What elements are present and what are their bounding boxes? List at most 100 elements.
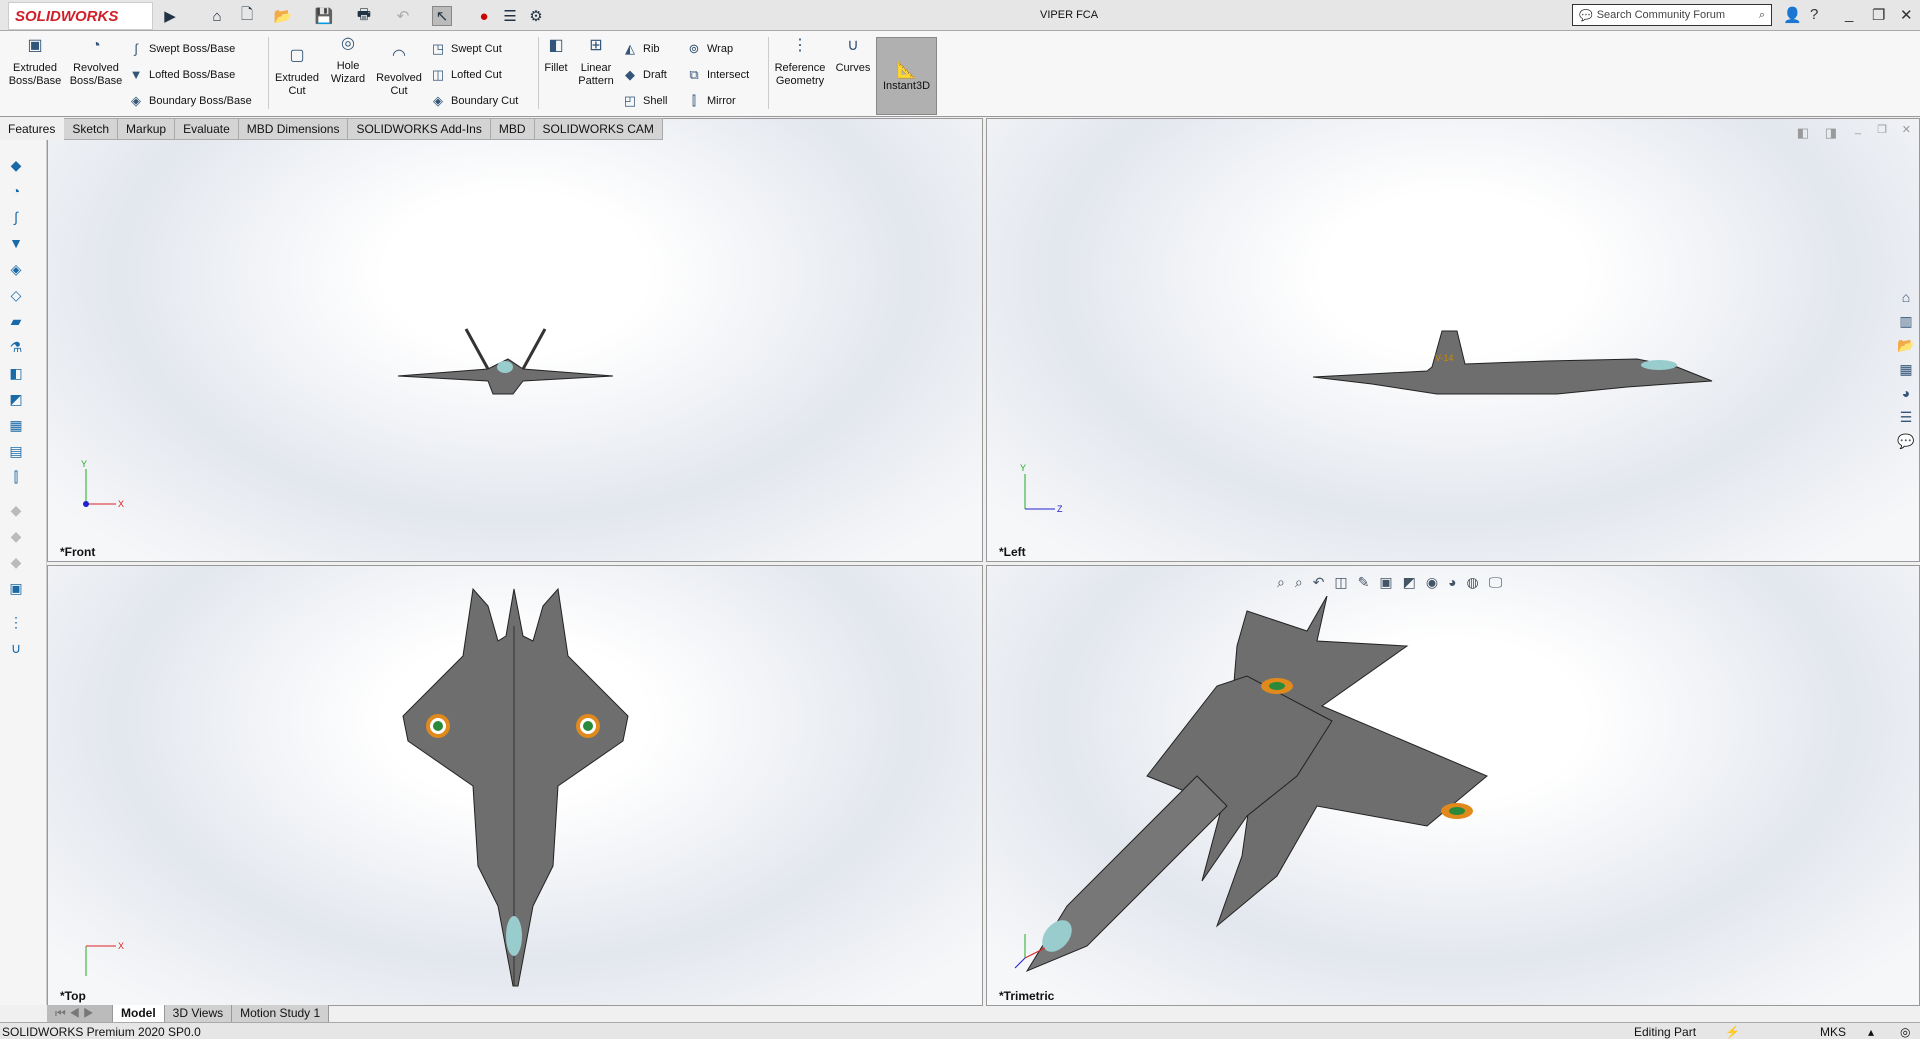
label: Rib [643, 43, 660, 55]
boundary-cut-button[interactable]: ◈ Boundary Cut [430, 93, 518, 109]
viewport-trimetric[interactable]: ⌕ ⌕ ↶ ◫ ✎ ▣ ◩ ◉ ◕ ◍ 🖵 *Trimetric [986, 565, 1920, 1006]
tab-evaluate[interactable]: Evaluate [175, 118, 239, 140]
options-gear-icon[interactable]: ⚙ [526, 6, 546, 26]
user-icon[interactable]: 👤 [1783, 6, 1802, 24]
swept-boss-button[interactable]: ∫ Swept Boss/Base [128, 41, 235, 57]
mirror-button[interactable]: ⫿ Mirror [686, 93, 736, 109]
loft-icon[interactable]: ▼ [7, 235, 25, 253]
instant3d-button[interactable]: 📐 Instant3D [876, 37, 937, 115]
resources-home-icon[interactable]: ⌂ [1895, 289, 1917, 311]
rebuild-status-icon[interactable]: ⚡ [1725, 1025, 1740, 1039]
help-tips-icon[interactable]: ◎ [1900, 1025, 1910, 1039]
intersect-button[interactable]: ⧉ Intersect [686, 67, 749, 83]
shell-icon[interactable]: ▦ [7, 417, 25, 435]
help-icon[interactable]: ? [1810, 6, 1818, 23]
linear-pattern-button[interactable]: ⊞ Linear Pattern [576, 38, 616, 88]
expand-menu-icon[interactable]: ▶ [160, 6, 180, 26]
lofted-boss-button[interactable]: ▼ Lofted Boss/Base [128, 67, 236, 83]
flask-icon[interactable]: ⚗ [7, 339, 25, 357]
solidworks-logo[interactable]: SOLIDWORKS [8, 2, 153, 30]
save-icon[interactable]: 💾 [314, 6, 334, 26]
label: Swept Boss/Base [149, 43, 236, 55]
box-icon[interactable]: ▣ [7, 580, 25, 598]
label: Linear Pattern [578, 62, 614, 87]
tab-scroll-arrows[interactable]: ⏮ ◀ ▶ ⏭ [47, 1005, 113, 1035]
swept-cut-button[interactable]: ◳ Swept Cut [430, 41, 502, 57]
disabled-icon[interactable]: ◆ [7, 502, 25, 520]
fillet-icon[interactable]: ◧ [7, 365, 25, 383]
rebuild-icon[interactable]: ● [474, 6, 494, 26]
close-icon[interactable]: ✕ [1900, 6, 1913, 24]
viewport-left[interactable]: ◧ ◨ _ ❐ ✕ V-14 Y Z ⌂ ▥ 📂 ▦ ◕ ☰ 💬 *Left [986, 118, 1920, 562]
draft-icon[interactable]: ◩ [7, 391, 25, 409]
curves-icon[interactable]: ∪ [7, 640, 25, 658]
tab-model[interactable]: Model [113, 1005, 165, 1022]
wrap-icon[interactable]: ▤ [7, 443, 25, 461]
restore-icon[interactable]: ❐ [1872, 6, 1885, 24]
label: Revolved Boss/Base [69, 62, 123, 87]
reference-geometry-icon[interactable]: ⋮ [7, 614, 25, 632]
tab-motion-study[interactable]: Motion Study 1 [232, 1005, 330, 1022]
draft-button[interactable]: ◆ Draft [622, 67, 667, 83]
viewport-top[interactable]: X *Top [47, 565, 983, 1006]
extruded-cut-button[interactable]: ▢ Extruded Cut [272, 48, 322, 98]
undo-icon[interactable]: ↶ [393, 6, 413, 26]
tab-features[interactable]: Features [0, 118, 65, 140]
mirror-icon[interactable]: ⫿ [7, 469, 25, 487]
label: Intersect [707, 69, 750, 81]
home-icon[interactable]: ⌂ [207, 6, 227, 26]
boundary-boss-button[interactable]: ◈ Boundary Boss/Base [128, 93, 252, 109]
rib-icon: ◭ [625, 41, 635, 56]
sweep-icon[interactable]: ∫ [7, 209, 25, 227]
tab-addins[interactable]: SOLIDWORKS Add-Ins [348, 118, 491, 140]
print-icon[interactable]: 🖶 [354, 6, 374, 26]
extruded-boss-button[interactable]: ▣ Extruded Boss/Base [8, 38, 62, 88]
design-library-icon[interactable]: ▥ [1895, 313, 1917, 335]
search-placeholder: Search Community Forum [1596, 9, 1726, 21]
revolved-boss-button[interactable]: ◔ Revolved Boss/Base [68, 38, 124, 88]
tab-cam[interactable]: SOLIDWORKS CAM [534, 118, 663, 140]
view-label-left: *Left [999, 545, 1026, 559]
forum-icon[interactable]: 💬 [1895, 433, 1917, 455]
open-icon[interactable]: 📂 [273, 6, 293, 26]
lofted-cut-button[interactable]: ◫ Lofted Cut [430, 67, 502, 83]
rib-button[interactable]: ◭ Rib [622, 41, 660, 57]
aircraft-trimetric-view [1014, 595, 1488, 973]
hole-wizard-button[interactable]: ◎ Hole Wizard [325, 36, 371, 86]
unit-system[interactable]: MKS [1820, 1025, 1846, 1039]
tab-3d-views[interactable]: 3D Views [164, 1005, 233, 1022]
reference-geometry-button[interactable]: ⋮ Reference Geometry [772, 38, 828, 88]
curves-button[interactable]: ∪ Curves [834, 38, 872, 75]
label: Shell [643, 95, 668, 107]
minimize-icon[interactable]: _ [1845, 6, 1853, 23]
select-icon[interactable]: ↖ [432, 6, 452, 26]
plane-icon[interactable]: ▰ [7, 313, 25, 331]
z-axis-label: Z [1057, 504, 1063, 514]
search-input[interactable]: 💬 Search Community Forum ⌕ [1572, 4, 1772, 26]
new-document-icon[interactable]: 🗋 [237, 6, 257, 26]
mirror-icon: ⫿ [691, 93, 697, 108]
wrap-button[interactable]: ⊚ Wrap [686, 41, 734, 57]
shell-button[interactable]: ◰ Shell [622, 93, 668, 109]
search-icon[interactable]: ⌕ [1759, 9, 1765, 22]
tab-mbd[interactable]: MBD [490, 118, 535, 140]
revolve-icon[interactable]: ◔ [7, 183, 25, 201]
tab-sketch[interactable]: Sketch [64, 118, 119, 140]
file-properties-icon[interactable]: ☰ [500, 6, 520, 26]
revolved-cut-button[interactable]: ◠ Revolved Cut [374, 48, 424, 98]
fillet-button[interactable]: ◧ Fillet [542, 38, 570, 75]
disabled-icon[interactable]: ◆ [7, 554, 25, 572]
boundary-icon[interactable]: ◈ [7, 261, 25, 279]
cut-icon[interactable]: ◇ [7, 287, 25, 305]
tail-marking: V-14 [1435, 353, 1454, 363]
units-dropdown-icon[interactable]: ▴ [1868, 1025, 1874, 1039]
tab-mbd-dimensions[interactable]: MBD Dimensions [238, 118, 349, 140]
view-palette-icon[interactable]: ▦ [1895, 361, 1917, 383]
extrude-icon[interactable]: ◆ [7, 157, 25, 175]
appearances-icon[interactable]: ◕ [1895, 385, 1917, 407]
viewport-front[interactable]: Y X *Front [47, 118, 983, 562]
file-explorer-icon[interactable]: 📂 [1895, 337, 1917, 359]
tab-markup[interactable]: Markup [118, 118, 176, 140]
disabled-icon[interactable]: ◆ [7, 528, 25, 546]
custom-properties-icon[interactable]: ☰ [1895, 409, 1917, 431]
